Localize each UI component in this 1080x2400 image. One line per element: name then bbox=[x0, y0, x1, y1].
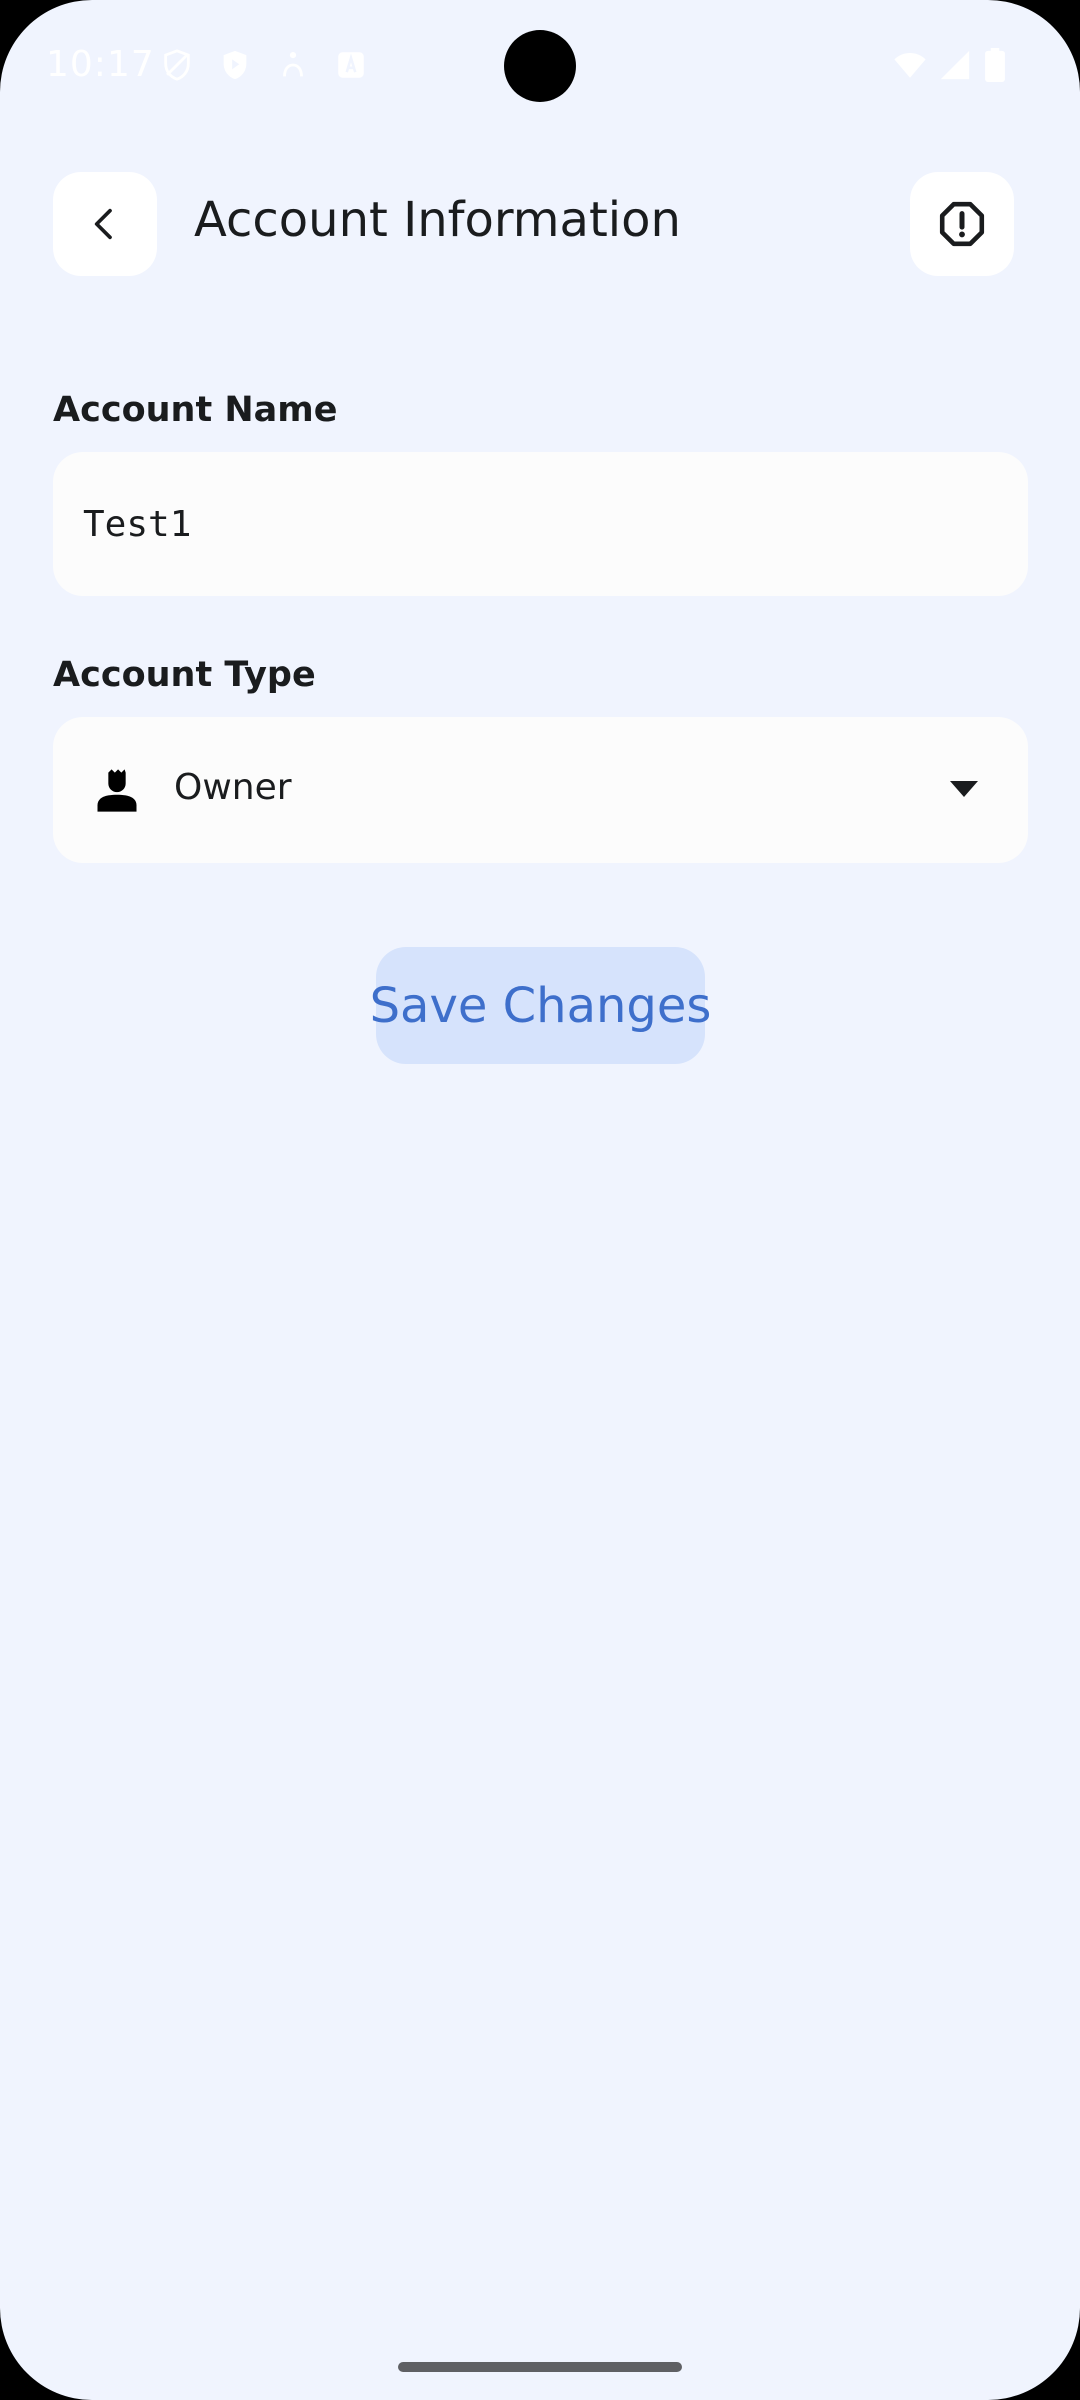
chevron-left-icon bbox=[94, 208, 112, 240]
camera-cutout bbox=[504, 30, 576, 102]
account-name-input[interactable] bbox=[83, 503, 983, 545]
shield-outline-icon bbox=[164, 49, 190, 81]
account-name-label: Account Name bbox=[53, 390, 338, 430]
shield-play-icon bbox=[223, 50, 247, 80]
battery-icon bbox=[985, 48, 1005, 82]
wifi-icon bbox=[894, 52, 926, 78]
octagon-alert-icon bbox=[939, 201, 985, 247]
person-icon bbox=[97, 769, 137, 812]
page-title: Account Information bbox=[194, 192, 681, 248]
caret-down-icon bbox=[950, 781, 978, 797]
person-accessibility-icon bbox=[283, 51, 303, 77]
account-name-field[interactable] bbox=[53, 452, 1028, 596]
account-type-value: Owner bbox=[174, 767, 292, 808]
status-time: 10:17 bbox=[46, 44, 155, 85]
cellular-signal-icon bbox=[940, 50, 970, 80]
app-screen: 10:17 Account Information Account Name T… bbox=[0, 0, 1080, 2400]
status-bar: 10:17 bbox=[0, 0, 1080, 132]
save-changes-button[interactable]: Save Changes bbox=[370, 947, 711, 1064]
home-indicator[interactable] bbox=[398, 2362, 682, 2372]
app-store-icon bbox=[338, 52, 364, 78]
account-type-dropdown[interactable]: Owner bbox=[53, 717, 1028, 863]
alert-button[interactable] bbox=[910, 172, 1014, 276]
back-button[interactable] bbox=[53, 172, 157, 276]
account-type-label: Account Type bbox=[53, 655, 316, 695]
